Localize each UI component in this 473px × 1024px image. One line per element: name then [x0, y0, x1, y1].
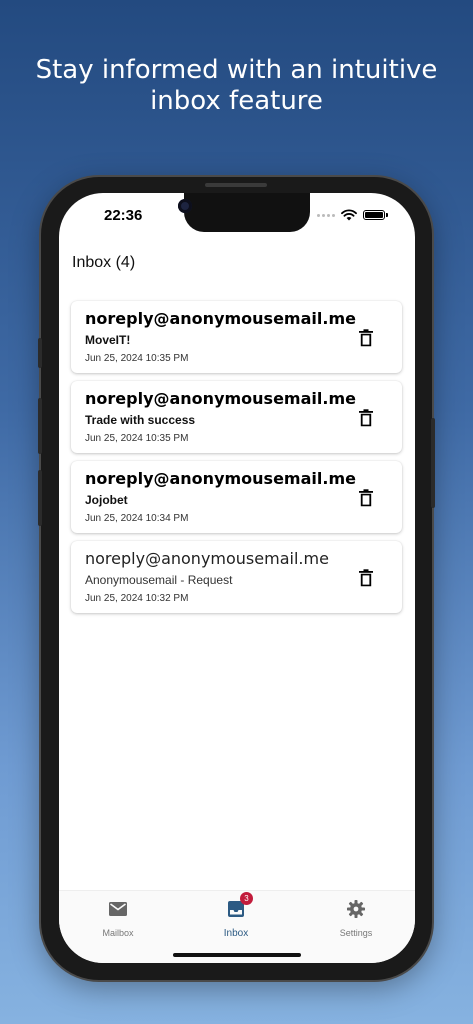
envelope-icon — [108, 899, 128, 919]
message-date: Jun 25, 2024 10:32 PM — [85, 593, 189, 604]
phone-power-button — [431, 418, 435, 508]
page-title: Inbox (4) — [72, 254, 136, 271]
message-sender: noreply@anonymousemail.me — [85, 309, 356, 328]
message-card[interactable]: noreply@anonymousemail.me Anonymousemail… — [71, 541, 402, 613]
wifi-icon — [341, 209, 357, 221]
phone-volume-down-button — [38, 470, 42, 526]
battery-icon — [363, 210, 388, 220]
inbox-tray-icon: 3 — [226, 892, 253, 919]
notch — [184, 193, 310, 232]
gear-icon — [346, 899, 366, 919]
phone-screen: 22:36 Inbox (4) noreply@anonymousemail.m… — [59, 193, 415, 963]
message-card[interactable]: noreply@anonymousemail.me Trade with suc… — [71, 381, 402, 453]
unread-badge: 3 — [240, 892, 253, 905]
message-card[interactable]: noreply@anonymousemail.me Jojobet Jun 25… — [71, 461, 402, 533]
promo-headline-line1: Stay informed with an intuitive — [35, 55, 438, 85]
tab-label: Settings — [339, 928, 373, 938]
tab-mailbox[interactable]: Mailbox — [59, 899, 177, 938]
tab-label: Inbox — [223, 928, 249, 939]
phone-speaker — [205, 183, 267, 187]
message-subject: Anonymousemail - Request — [85, 573, 233, 587]
message-card[interactable]: noreply@anonymousemail.me MoveIT! Jun 25… — [71, 301, 402, 373]
trash-icon[interactable] — [358, 329, 374, 347]
trash-icon[interactable] — [358, 489, 374, 507]
phone-side-button — [38, 338, 42, 368]
message-date: Jun 25, 2024 10:34 PM — [85, 513, 189, 524]
message-date: Jun 25, 2024 10:35 PM — [85, 433, 189, 444]
message-sender: noreply@anonymousemail.me — [85, 549, 329, 568]
tab-settings[interactable]: Settings — [297, 899, 415, 938]
message-list: noreply@anonymousemail.me MoveIT! Jun 25… — [71, 301, 402, 621]
promo-headline-line2: inbox feature — [150, 86, 323, 116]
camera-icon — [178, 199, 192, 213]
status-time: 22:36 — [104, 207, 143, 224]
message-date: Jun 25, 2024 10:35 PM — [85, 353, 189, 364]
trash-icon[interactable] — [358, 569, 374, 587]
tab-inbox[interactable]: 3 Inbox — [177, 892, 295, 939]
message-subject: Trade with success — [85, 413, 196, 427]
signal-dots-icon — [317, 213, 335, 217]
phone-volume-up-button — [38, 398, 42, 454]
tab-label: Mailbox — [102, 928, 134, 938]
home-indicator[interactable] — [173, 953, 301, 957]
trash-icon[interactable] — [358, 409, 374, 427]
message-sender: noreply@anonymousemail.me — [85, 469, 356, 488]
message-subject: Jojobet — [85, 493, 128, 507]
message-subject: MoveIT! — [85, 333, 131, 347]
promo-headline: Stay informed with an intuitive inbox fe… — [0, 55, 473, 117]
message-sender: noreply@anonymousemail.me — [85, 389, 356, 408]
status-icons — [317, 209, 388, 221]
